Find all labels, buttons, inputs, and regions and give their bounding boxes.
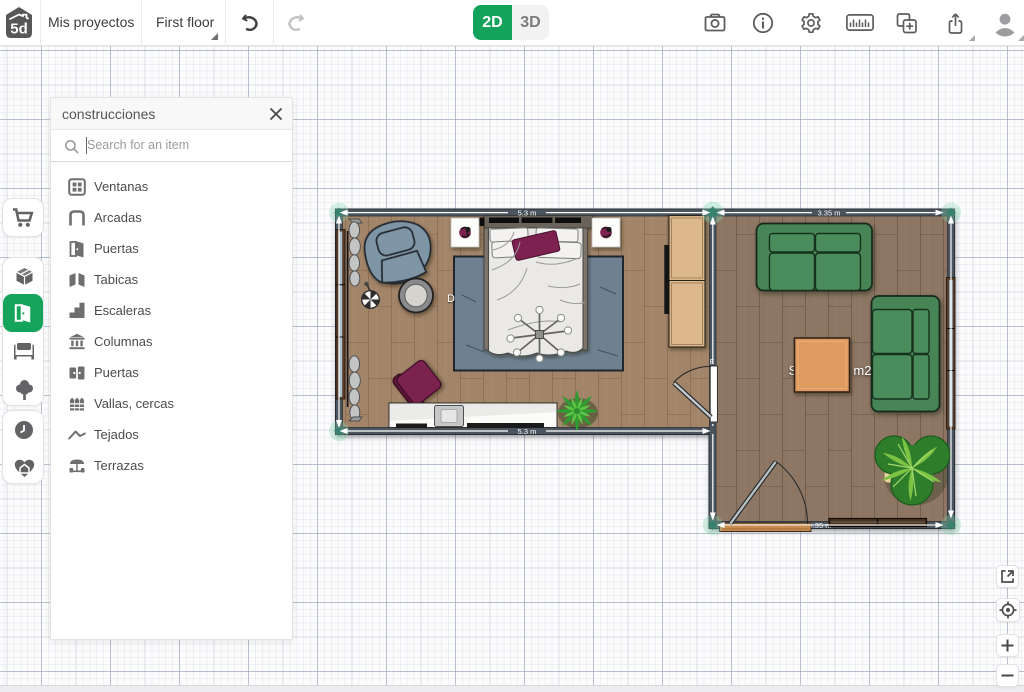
svg-text:5.3 m: 5.3 m	[518, 209, 537, 218]
svg-text:5d: 5d	[10, 21, 28, 38]
svg-text:5.3 m: 5.3 m	[518, 427, 537, 436]
svg-text:3.35 m: 3.35 m	[818, 209, 841, 218]
svg-text:E: E	[710, 359, 715, 366]
svg-text:D: D	[447, 293, 455, 305]
